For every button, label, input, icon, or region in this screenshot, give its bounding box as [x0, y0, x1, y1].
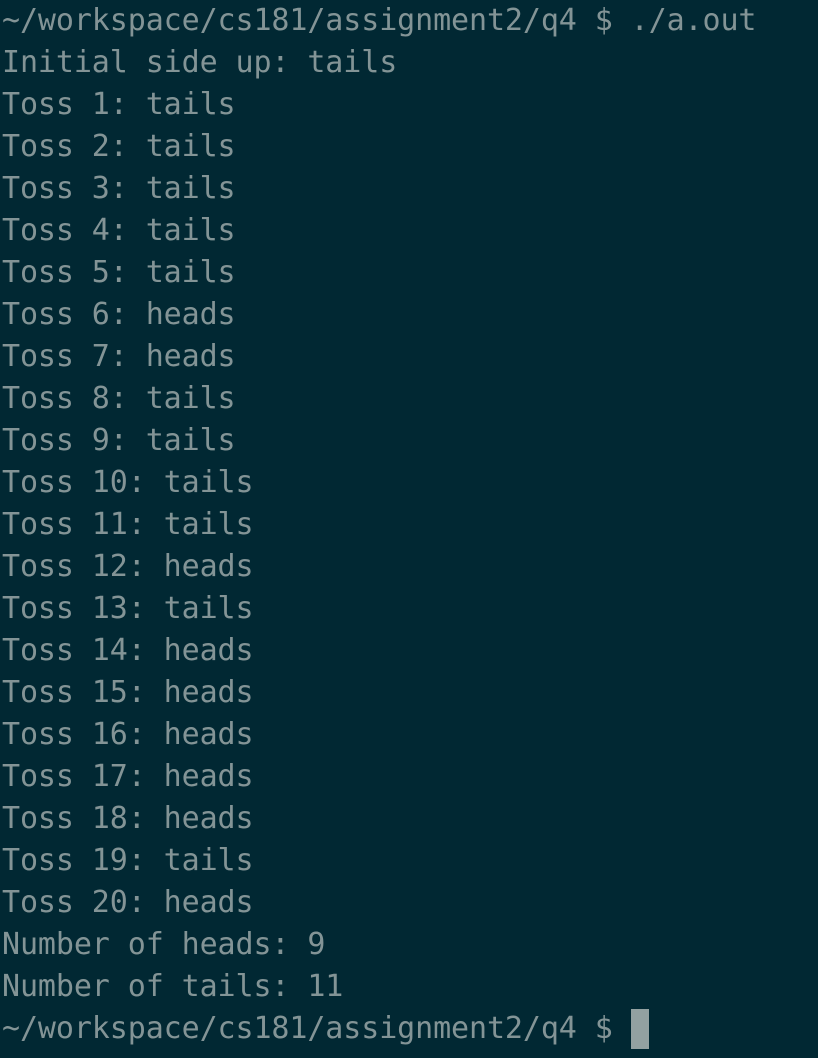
output-line: Toss 15: heads [2, 675, 254, 710]
output-line: Number of tails: 11 [2, 969, 344, 1004]
output-line: Toss 17: heads [2, 759, 254, 794]
output-line: Toss 1: tails [2, 87, 236, 122]
current-prompt-line[interactable]: ~/workspace/cs181/assignment2/q4 $ [2, 1008, 818, 1050]
output-line: Toss 8: tails [2, 381, 236, 416]
command-line: ~/workspace/cs181/assignment2/q4 $ ./a.o… [2, 3, 757, 38]
output-line: Toss 12: heads [2, 549, 254, 584]
output-line: Toss 16: heads [2, 717, 254, 752]
output-line: Toss 3: tails [2, 171, 236, 206]
output-line: Toss 18: heads [2, 801, 254, 836]
output-line: Toss 20: heads [2, 885, 254, 920]
cursor-block [630, 1009, 649, 1049]
output-line: Number of heads: 9 [2, 927, 326, 962]
output-line: Toss 6: heads [2, 297, 236, 332]
output-line: Toss 5: tails [2, 255, 236, 290]
output-line: Toss 11: tails [2, 507, 254, 542]
output-line: Toss 9: tails [2, 423, 236, 458]
output-line: Toss 13: tails [2, 591, 254, 626]
output-line: Toss 4: tails [2, 213, 236, 248]
output-line: Toss 2: tails [2, 129, 236, 164]
prompt-text: ~/workspace/cs181/assignment2/q4 $ [2, 1011, 613, 1046]
output-line: Toss 19: tails [2, 843, 254, 878]
output-line: Initial side up: tails [2, 45, 398, 80]
output-line: Toss 7: heads [2, 339, 236, 374]
terminal-window[interactable]: ~/workspace/cs181/assignment2/q4 $ ./a.o… [0, 0, 818, 1058]
output-line: Toss 10: tails [2, 465, 254, 500]
output-line: Toss 14: heads [2, 633, 254, 668]
